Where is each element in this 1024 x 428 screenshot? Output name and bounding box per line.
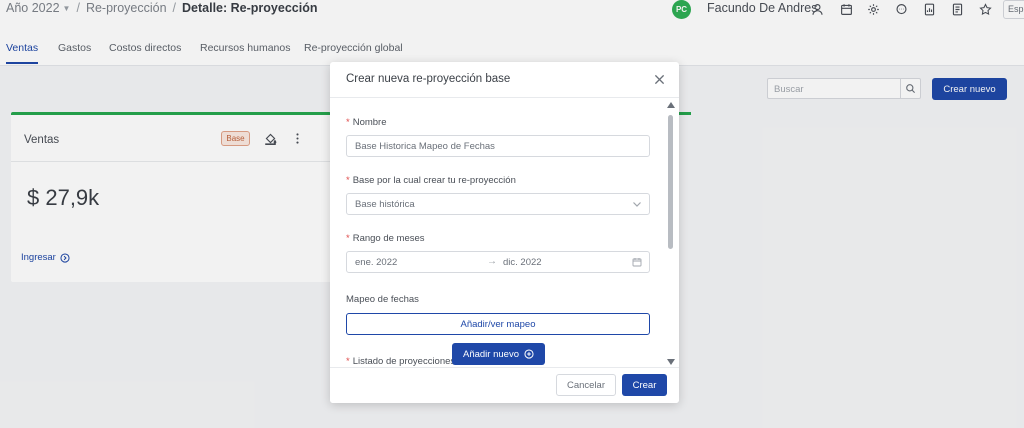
create-reprojection-modal: Crear nueva re-proyección base * Nombre B… xyxy=(330,62,679,403)
range-start[interactable]: ene. 2022 xyxy=(355,257,397,268)
create-button[interactable]: Crear xyxy=(622,374,667,396)
close-icon[interactable] xyxy=(651,71,667,87)
mapping-label: Mapeo de fechas xyxy=(346,294,419,305)
range-label: * Rango de meses xyxy=(346,233,425,244)
scroll-up-arrow[interactable] xyxy=(667,102,675,108)
base-select-value: Base histórica xyxy=(355,199,415,210)
modal-title: Crear nueva re-proyección base xyxy=(346,73,511,85)
add-new-projection-button[interactable]: Añadir nuevo xyxy=(452,343,545,365)
modal-scrollbar[interactable] xyxy=(666,102,676,366)
scroll-down-arrow[interactable] xyxy=(667,359,675,365)
name-field[interactable]: Base Historica Mapeo de Fechas xyxy=(346,135,650,157)
base-label: * Base por la cual crear tu re-proyección xyxy=(346,175,516,186)
cancel-button[interactable]: Cancelar xyxy=(556,374,616,396)
required-mark: * xyxy=(346,175,350,186)
plus-circle-icon xyxy=(524,349,534,359)
required-mark: * xyxy=(346,356,350,367)
required-mark: * xyxy=(346,233,350,244)
month-range-picker[interactable]: ene. 2022 → dic. 2022 xyxy=(346,251,650,273)
required-mark: * xyxy=(346,117,350,128)
modal-footer: Cancelar Crear xyxy=(330,367,679,403)
scroll-thumb[interactable] xyxy=(668,115,673,249)
name-label: * Nombre xyxy=(346,117,387,128)
add-view-mapping-button[interactable]: Añadir/ver mapeo xyxy=(346,313,650,335)
range-end[interactable]: dic. 2022 xyxy=(503,257,542,268)
projection-list-label: * Listado de proyecciones xyxy=(346,356,456,367)
base-select[interactable]: Base histórica xyxy=(346,193,650,215)
add-new-label: Añadir nuevo xyxy=(463,348,519,360)
arrow-right-icon: → xyxy=(487,256,497,267)
chevron-down-icon xyxy=(633,202,641,207)
calendar-icon xyxy=(632,258,642,267)
modal-header: Crear nueva re-proyección base xyxy=(330,62,679,98)
